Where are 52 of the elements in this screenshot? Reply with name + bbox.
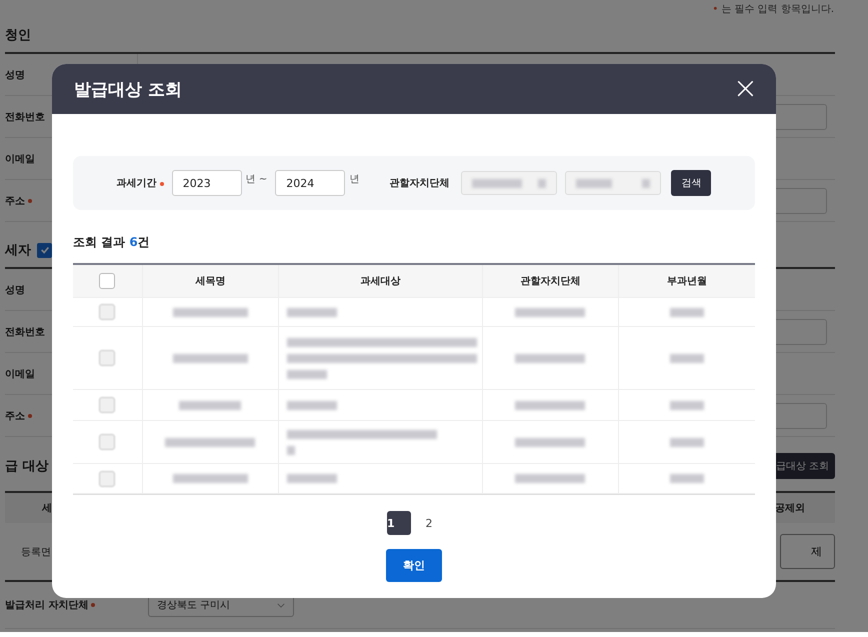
blurred-text xyxy=(287,474,338,483)
section-title: 청인 xyxy=(5,27,31,44)
blurred-text xyxy=(515,400,586,410)
blurred-text xyxy=(515,354,586,362)
search-button[interactable]: 검색 xyxy=(671,170,712,196)
notice-text: 는 필수 입력 항목입니다. xyxy=(721,3,834,16)
column-header: 과세대상 xyxy=(360,275,401,288)
blurred-text xyxy=(670,438,704,446)
column-header: 관할자치단체 xyxy=(520,275,580,288)
column-header: 세목명 xyxy=(195,275,226,288)
table-cell-text: 등록면 xyxy=(21,546,51,558)
checkbox[interactable] xyxy=(99,350,116,366)
close-button[interactable]: × xyxy=(732,74,758,104)
confirm-button[interactable]: 확인 xyxy=(386,549,442,582)
checkmark-icon xyxy=(40,245,50,255)
checkbox[interactable] xyxy=(99,470,116,486)
year-input[interactable]: 2023 xyxy=(172,170,242,196)
blurred-text xyxy=(670,354,704,362)
page-button[interactable]: 1 xyxy=(387,511,411,535)
unit-label: 년 ~ xyxy=(246,173,268,186)
checkbox[interactable] xyxy=(99,273,116,289)
checkbox[interactable] xyxy=(37,242,52,258)
blurred-text xyxy=(515,308,586,316)
column-header: 공제외 xyxy=(775,502,805,515)
region-select[interactable] xyxy=(461,171,558,195)
column-header: 부과년월 xyxy=(666,275,707,288)
blurred-text xyxy=(287,370,328,378)
result-count: 조회 결과 6건 xyxy=(73,234,151,251)
region-select[interactable] xyxy=(565,171,662,195)
checkbox[interactable] xyxy=(99,397,116,413)
field-label: 관할자치단체 xyxy=(389,177,450,190)
page-button[interactable]: 2 xyxy=(417,511,441,535)
required-dot: • xyxy=(712,4,718,14)
field-label: 발급처리 자치단체 xyxy=(5,598,148,612)
blurred-text xyxy=(287,400,338,410)
year-input[interactable]: 2024 xyxy=(275,170,346,196)
checkbox[interactable] xyxy=(99,304,116,320)
blurred-text xyxy=(670,308,704,316)
blurred-text xyxy=(670,400,704,410)
delete-button[interactable]: 제 xyxy=(780,534,835,569)
column-header: 세 xyxy=(42,502,52,515)
blurred-text xyxy=(515,438,586,446)
blurred-text xyxy=(515,474,586,483)
caret-icon xyxy=(277,602,285,608)
checkbox[interactable] xyxy=(99,434,116,450)
section-title: 급 대상 xyxy=(5,458,49,475)
blurred-text xyxy=(670,474,704,483)
blurred-text xyxy=(287,308,338,316)
blurred-text xyxy=(179,400,242,410)
section-title: 세자 xyxy=(5,242,31,259)
blurred-text xyxy=(287,446,296,454)
unit-label: 년 xyxy=(349,173,360,186)
